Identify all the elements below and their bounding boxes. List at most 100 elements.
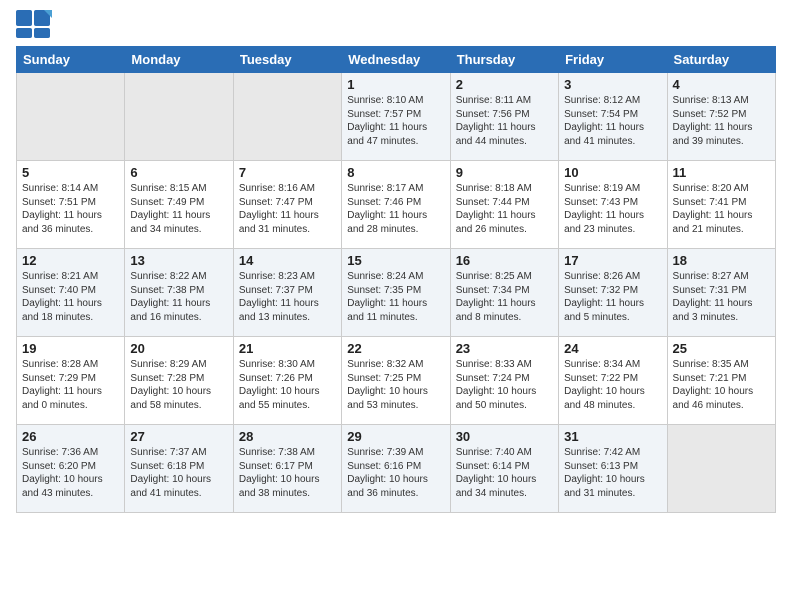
day-info: Sunrise: 8:30 AM Sunset: 7:26 PM Dayligh… xyxy=(239,358,336,412)
day-number: 16 xyxy=(456,253,553,268)
day-number: 31 xyxy=(564,429,661,444)
day-number: 6 xyxy=(130,165,227,180)
day-info: Sunrise: 8:16 AM Sunset: 7:47 PM Dayligh… xyxy=(239,182,336,236)
calendar-cell xyxy=(125,73,233,161)
calendar-cell: 28 Sunrise: 7:38 AM Sunset: 6:17 PM Dayli… xyxy=(233,425,341,513)
calendar-cell: 12 Sunrise: 8:21 AM Sunset: 7:40 PM Dayli… xyxy=(17,249,125,337)
day-info: Sunrise: 8:35 AM Sunset: 7:21 PM Dayligh… xyxy=(673,358,770,412)
day-info: Sunrise: 8:17 AM Sunset: 7:46 PM Dayligh… xyxy=(347,182,444,236)
day-number: 8 xyxy=(347,165,444,180)
day-number: 28 xyxy=(239,429,336,444)
day-info: Sunrise: 8:20 AM Sunset: 7:41 PM Dayligh… xyxy=(673,182,770,236)
day-number: 30 xyxy=(456,429,553,444)
calendar-cell: 25 Sunrise: 8:35 AM Sunset: 7:21 PM Dayli… xyxy=(667,337,775,425)
calendar-cell: 10 Sunrise: 8:19 AM Sunset: 7:43 PM Dayli… xyxy=(559,161,667,249)
day-info: Sunrise: 8:32 AM Sunset: 7:25 PM Dayligh… xyxy=(347,358,444,412)
day-number: 10 xyxy=(564,165,661,180)
calendar-cell: 24Sunrise: 8:34 AM Sunset: 7:22 PM Dayli… xyxy=(559,337,667,425)
calendar-cell: 7 Sunrise: 8:16 AM Sunset: 7:47 PM Daylig… xyxy=(233,161,341,249)
day-info: Sunrise: 8:29 AM Sunset: 7:28 PM Dayligh… xyxy=(130,358,227,412)
day-number: 23 xyxy=(456,341,553,356)
calendar-cell xyxy=(667,425,775,513)
calendar-header xyxy=(16,10,776,40)
day-number: 22 xyxy=(347,341,444,356)
day-info: Sunrise: 8:13 AM Sunset: 7:52 PM Dayligh… xyxy=(673,94,770,148)
day-number: 18 xyxy=(673,253,770,268)
calendar-cell: 30 Sunrise: 7:40 AM Sunset: 6:14 PM Dayli… xyxy=(450,425,558,513)
day-number: 25 xyxy=(673,341,770,356)
day-info: Sunrise: 8:10 AM Sunset: 7:57 PM Dayligh… xyxy=(347,94,444,148)
day-info: Sunrise: 8:33 AM Sunset: 7:24 PM Dayligh… xyxy=(456,358,553,412)
day-number: 17 xyxy=(564,253,661,268)
day-number: 2 xyxy=(456,77,553,92)
calendar-cell: 19Sunrise: 8:28 AM Sunset: 7:29 PM Dayli… xyxy=(17,337,125,425)
weekday-header-cell: Saturday xyxy=(667,47,775,73)
calendar-cell: 16 Sunrise: 8:25 AM Sunset: 7:34 PM Dayli… xyxy=(450,249,558,337)
calendar-container: SundayMondayTuesdayWednesdayThursdayFrid… xyxy=(0,0,792,523)
calendar-week-row: 5Sunrise: 8:14 AM Sunset: 7:51 PM Daylig… xyxy=(17,161,776,249)
day-number: 13 xyxy=(130,253,227,268)
day-info: Sunrise: 8:23 AM Sunset: 7:37 PM Dayligh… xyxy=(239,270,336,324)
day-info: Sunrise: 7:37 AM Sunset: 6:18 PM Dayligh… xyxy=(130,446,227,500)
day-info: Sunrise: 7:40 AM Sunset: 6:14 PM Dayligh… xyxy=(456,446,553,500)
weekday-header-cell: Wednesday xyxy=(342,47,450,73)
day-info: Sunrise: 8:24 AM Sunset: 7:35 PM Dayligh… xyxy=(347,270,444,324)
day-number: 11 xyxy=(673,165,770,180)
weekday-header-cell: Tuesday xyxy=(233,47,341,73)
day-number: 1 xyxy=(347,77,444,92)
weekday-header-cell: Friday xyxy=(559,47,667,73)
day-info: Sunrise: 7:39 AM Sunset: 6:16 PM Dayligh… xyxy=(347,446,444,500)
weekday-header-cell: Monday xyxy=(125,47,233,73)
day-info: Sunrise: 8:15 AM Sunset: 7:49 PM Dayligh… xyxy=(130,182,227,236)
calendar-cell: 26 Sunrise: 7:36 AM Sunset: 6:20 PM Dayli… xyxy=(17,425,125,513)
day-info: Sunrise: 7:36 AM Sunset: 6:20 PM Dayligh… xyxy=(22,446,119,500)
day-number: 20 xyxy=(130,341,227,356)
logo-icon xyxy=(16,10,52,40)
calendar-week-row: 12 Sunrise: 8:21 AM Sunset: 7:40 PM Dayli… xyxy=(17,249,776,337)
day-number: 12 xyxy=(22,253,119,268)
day-number: 29 xyxy=(347,429,444,444)
day-number: 21 xyxy=(239,341,336,356)
logo xyxy=(16,10,56,40)
calendar-week-row: 19Sunrise: 8:28 AM Sunset: 7:29 PM Dayli… xyxy=(17,337,776,425)
day-info: Sunrise: 8:18 AM Sunset: 7:44 PM Dayligh… xyxy=(456,182,553,236)
day-number: 9 xyxy=(456,165,553,180)
day-number: 19 xyxy=(22,341,119,356)
day-info: Sunrise: 7:38 AM Sunset: 6:17 PM Dayligh… xyxy=(239,446,336,500)
day-number: 14 xyxy=(239,253,336,268)
weekday-header-row: SundayMondayTuesdayWednesdayThursdayFrid… xyxy=(17,47,776,73)
calendar-cell: 8 Sunrise: 8:17 AM Sunset: 7:46 PM Daylig… xyxy=(342,161,450,249)
calendar-cell: 15 Sunrise: 8:24 AM Sunset: 7:35 PM Dayli… xyxy=(342,249,450,337)
calendar-cell: 2 Sunrise: 8:11 AM Sunset: 7:56 PM Daylig… xyxy=(450,73,558,161)
calendar-cell: 23 Sunrise: 8:33 AM Sunset: 7:24 PM Dayli… xyxy=(450,337,558,425)
day-info: Sunrise: 7:42 AM Sunset: 6:13 PM Dayligh… xyxy=(564,446,661,500)
calendar-cell: 6 Sunrise: 8:15 AM Sunset: 7:49 PM Daylig… xyxy=(125,161,233,249)
day-info: Sunrise: 8:22 AM Sunset: 7:38 PM Dayligh… xyxy=(130,270,227,324)
day-info: Sunrise: 8:11 AM Sunset: 7:56 PM Dayligh… xyxy=(456,94,553,148)
calendar-cell: 13 Sunrise: 8:22 AM Sunset: 7:38 PM Dayli… xyxy=(125,249,233,337)
calendar-table: SundayMondayTuesdayWednesdayThursdayFrid… xyxy=(16,46,776,513)
day-number: 26 xyxy=(22,429,119,444)
weekday-header-cell: Sunday xyxy=(17,47,125,73)
calendar-body: 1 Sunrise: 8:10 AM Sunset: 7:57 PM Daylig… xyxy=(17,73,776,513)
day-info: Sunrise: 8:26 AM Sunset: 7:32 PM Dayligh… xyxy=(564,270,661,324)
calendar-cell: 22 Sunrise: 8:32 AM Sunset: 7:25 PM Dayli… xyxy=(342,337,450,425)
calendar-cell: 5Sunrise: 8:14 AM Sunset: 7:51 PM Daylig… xyxy=(17,161,125,249)
day-info: Sunrise: 8:19 AM Sunset: 7:43 PM Dayligh… xyxy=(564,182,661,236)
calendar-cell: 14 Sunrise: 8:23 AM Sunset: 7:37 PM Dayli… xyxy=(233,249,341,337)
calendar-cell: 18Sunrise: 8:27 AM Sunset: 7:31 PM Dayli… xyxy=(667,249,775,337)
calendar-cell: 4Sunrise: 8:13 AM Sunset: 7:52 PM Daylig… xyxy=(667,73,775,161)
day-info: Sunrise: 8:12 AM Sunset: 7:54 PM Dayligh… xyxy=(564,94,661,148)
calendar-cell: 11 Sunrise: 8:20 AM Sunset: 7:41 PM Dayli… xyxy=(667,161,775,249)
day-number: 15 xyxy=(347,253,444,268)
day-number: 5 xyxy=(22,165,119,180)
calendar-cell: 3Sunrise: 8:12 AM Sunset: 7:54 PM Daylig… xyxy=(559,73,667,161)
calendar-week-row: 26 Sunrise: 7:36 AM Sunset: 6:20 PM Dayli… xyxy=(17,425,776,513)
day-info: Sunrise: 8:25 AM Sunset: 7:34 PM Dayligh… xyxy=(456,270,553,324)
day-info: Sunrise: 8:21 AM Sunset: 7:40 PM Dayligh… xyxy=(22,270,119,324)
calendar-cell: 21 Sunrise: 8:30 AM Sunset: 7:26 PM Dayli… xyxy=(233,337,341,425)
day-number: 7 xyxy=(239,165,336,180)
day-number: 27 xyxy=(130,429,227,444)
weekday-header-cell: Thursday xyxy=(450,47,558,73)
calendar-cell: 1 Sunrise: 8:10 AM Sunset: 7:57 PM Daylig… xyxy=(342,73,450,161)
